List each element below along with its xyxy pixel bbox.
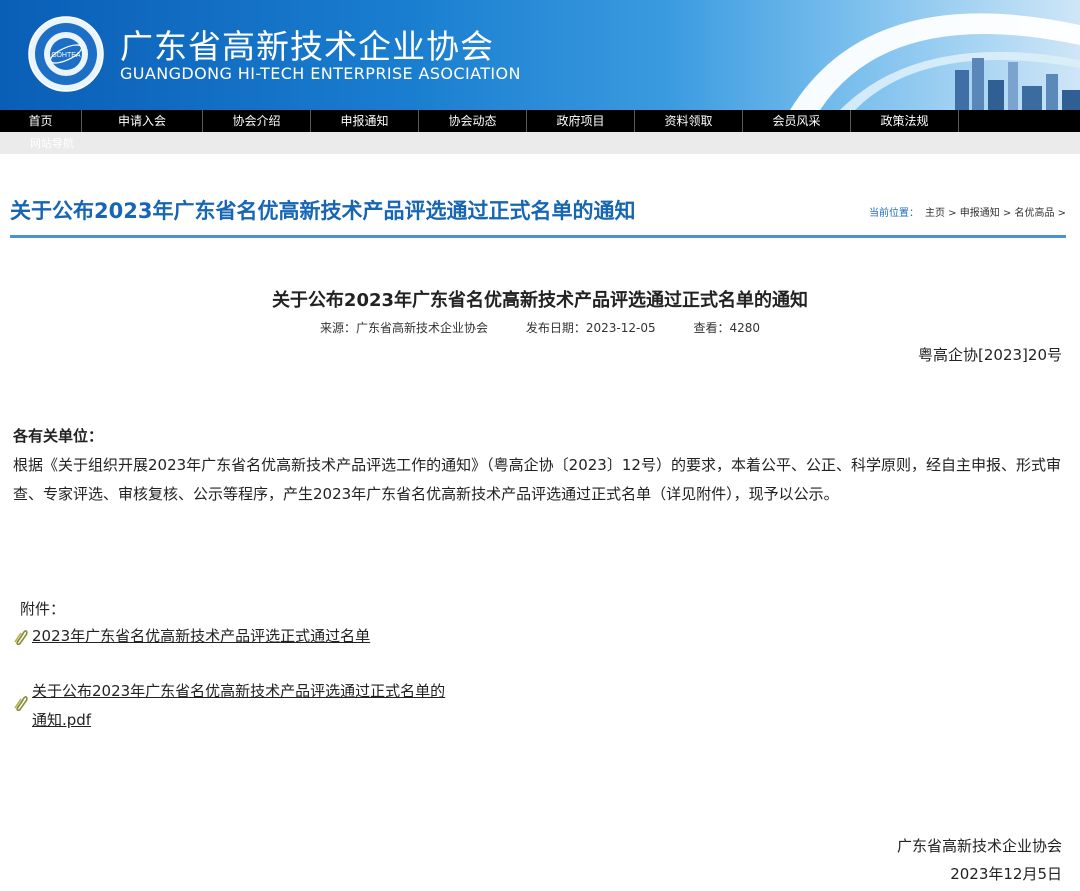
document-number: 粤高企协[2023]20号 <box>918 346 1062 364</box>
paperclip-icon <box>14 696 28 711</box>
sub-nav-strip: 网站导航 <box>0 132 1080 154</box>
nav-item-about[interactable]: 协会介绍 <box>203 110 311 132</box>
paperclip-icon <box>14 629 28 645</box>
nav-item-policies[interactable]: 政策法规 <box>851 110 959 132</box>
article-views: 查看：4280 <box>693 321 760 335</box>
site-title: 广东省高新技术企业协会 <box>120 27 494 66</box>
association-logo[interactable]: GDHTEA <box>28 16 104 92</box>
signature-block: 广东省高新技术企业协会 2023年12月5日 <box>897 832 1062 888</box>
attachment-item: 关于公布2023年广东省名优高新技术产品评选通过正式名单的通知.pdf <box>14 677 454 735</box>
article-date: 发布日期：2023-12-05 <box>525 321 656 335</box>
attachment-link-list[interactable]: 2023年广东省名优高新技术产品评选正式通过名单 <box>32 627 370 645</box>
article-body: 根据《关于组织开展2023年广东省名优高新技术产品评选工作的通知》（粤高企协〔2… <box>13 456 1061 503</box>
signature-date: 2023年12月5日 <box>950 865 1062 883</box>
header-banner: GDHTEA 广东省高新技术企业协会 GUANGDONG HI-TECH ENT… <box>0 0 1080 110</box>
sub-nav-text: 网站导航 <box>30 137 74 150</box>
nav-item-home[interactable]: 首页 <box>0 110 82 132</box>
main-nav: 首页 申请入会 协会介绍 申报通知 协会动态 政府项目 资料领取 会员风采 政策… <box>0 110 1080 132</box>
breadcrumb: 当前位置： 主页 > 申报通知 > 名优高品 > <box>869 204 1066 219</box>
greeting: 各有关单位： <box>13 427 104 445</box>
article-title: 关于公布2023年广东省名优高新技术产品评选通过正式名单的通知 <box>271 290 809 311</box>
site-subtitle: GUANGDONG HI-TECH ENTERPRISE ASOCIATION <box>120 64 521 83</box>
page-header: 关于公布2023年广东省名优高新技术产品评选通过正式名单的通知 当前位置： 主页 … <box>10 190 1066 238</box>
nav-item-news[interactable]: 协会动态 <box>419 110 527 132</box>
attachment-item: 2023年广东省名优高新技术产品评选正式通过名单 <box>14 625 370 646</box>
article-meta: 来源：广东省高新技术企业协会 发布日期：2023-12-05 查看：4280 <box>0 319 1080 336</box>
article-source: 来源：广东省高新技术企业协会 <box>320 321 489 335</box>
attachments-label: 附件： <box>20 600 66 618</box>
logo-text: GDHTEA <box>51 52 81 59</box>
nav-item-members[interactable]: 会员风采 <box>743 110 851 132</box>
nav-item-notices[interactable]: 申报通知 <box>311 110 419 132</box>
breadcrumb-label: 当前位置： <box>868 208 919 219</box>
city-skyline-image <box>790 13 1080 110</box>
nav-item-join[interactable]: 申请入会 <box>82 110 203 132</box>
page-title: 关于公布2023年广东省名优高新技术产品评选通过正式名单的通知 <box>10 199 636 223</box>
nav-item-gov-projects[interactable]: 政府项目 <box>527 110 635 132</box>
signature-org: 广东省高新技术企业协会 <box>896 837 1062 855</box>
nav-item-downloads[interactable]: 资料领取 <box>635 110 743 132</box>
breadcrumb-path[interactable]: 主页 > 申报通知 > 名优高品 > <box>925 208 1066 219</box>
attachment-link-pdf[interactable]: 关于公布2023年广东省名优高新技术产品评选通过正式名单的通知.pdf <box>32 677 454 735</box>
